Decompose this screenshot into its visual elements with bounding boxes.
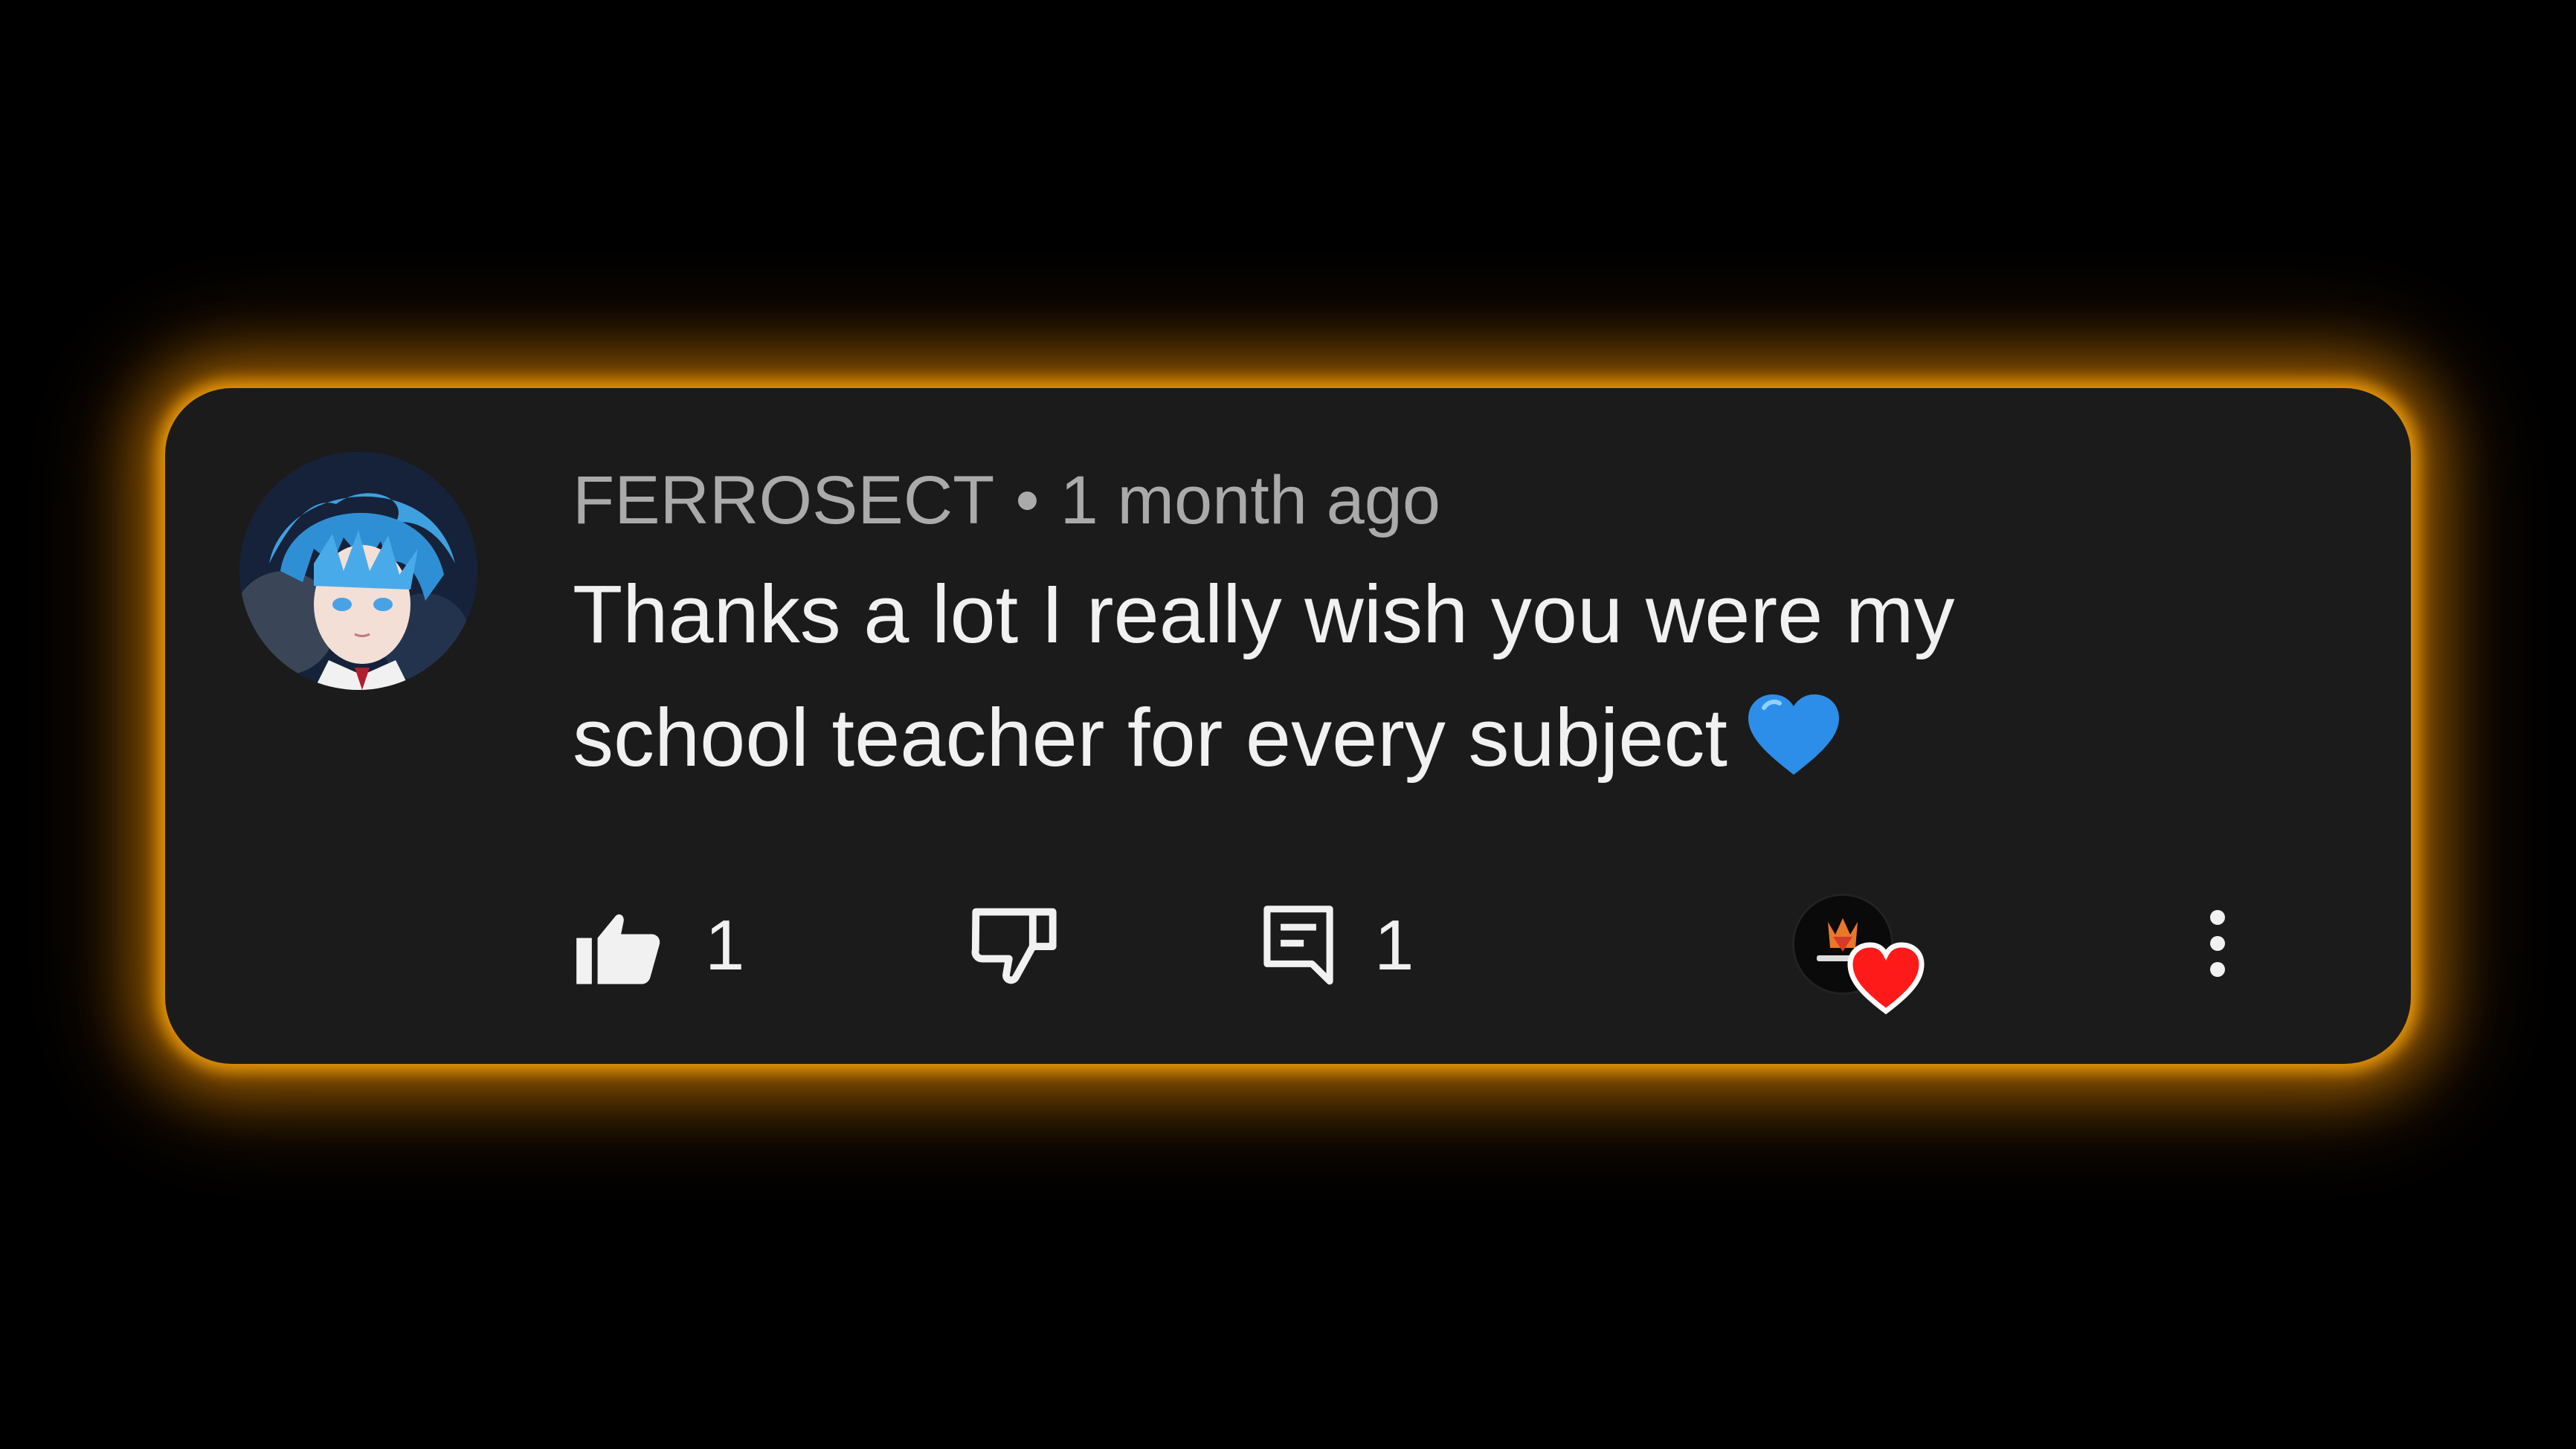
reply-icon [1263,906,1333,985]
comment-meta: FERROSECT • 1 month ago [573,459,1440,541]
red-heart-icon [1846,941,1926,1016]
reply-count: 1 [1374,906,1414,985]
dislike-button[interactable] [968,879,1060,1013]
thumbs-down-icon [971,908,1057,984]
like-button[interactable]: 1 [573,879,744,1013]
author-name[interactable]: FERROSECT [573,462,994,538]
more-options-button[interactable] [2188,888,2247,999]
avatar-image [239,452,477,690]
thumbs-up-icon [576,914,660,984]
reply-button[interactable]: 1 [1263,879,1414,1013]
like-count: 1 [705,906,745,985]
meta-separator: • [1015,462,1040,538]
vertical-ellipsis-icon [2210,910,2225,977]
comment-card: FERROSECT • 1 month ago Thanks a lot I rea… [165,388,2411,1064]
comment-text: Thanks a lot I really wish you were my s… [573,553,2209,800]
creator-heart-badge [1792,894,1941,1020]
blue-heart-icon [1745,691,1842,779]
author-avatar[interactable] [239,452,477,690]
comment-timestamp[interactable]: 1 month ago [1060,462,1440,538]
